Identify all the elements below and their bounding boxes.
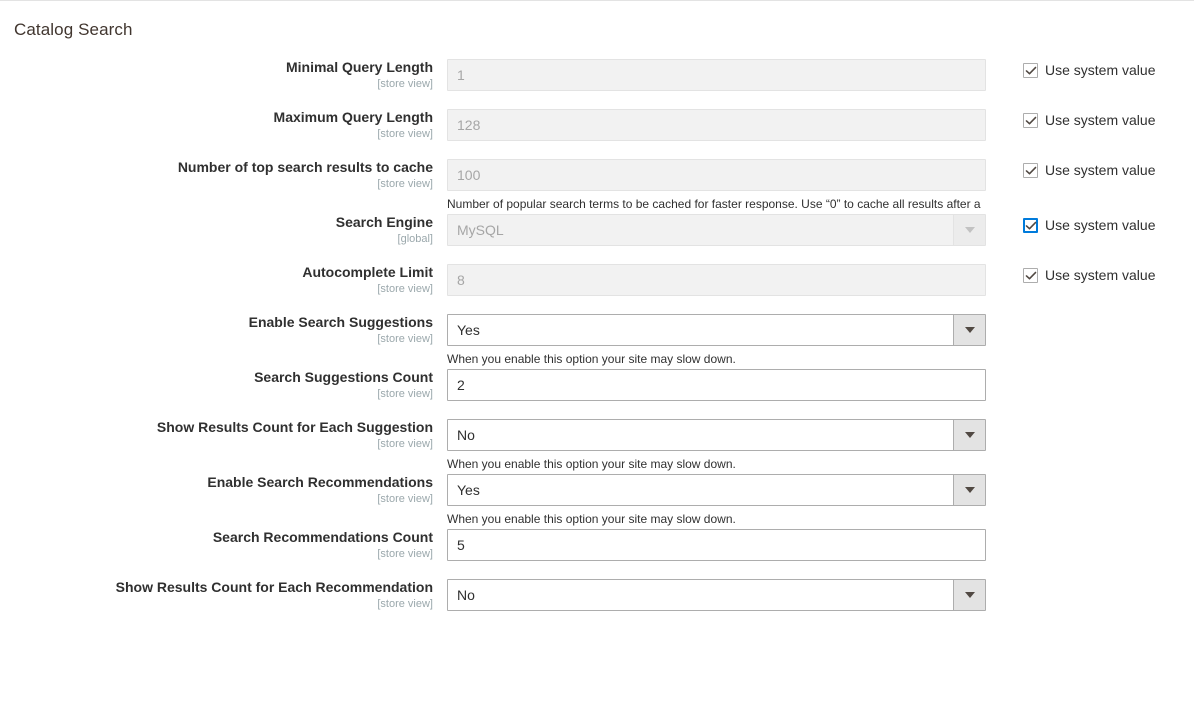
field-scope-text: [store view]	[0, 597, 433, 611]
field-label-search-engine: Search Engine[global]	[0, 214, 433, 246]
field-control-maximum-query-length: 128	[447, 109, 986, 141]
field-scope-text: [store view]	[0, 127, 433, 141]
field-label-text: Show Results Count for Each Suggestion	[0, 419, 433, 436]
field-label-text: Number of top search results to cache	[0, 159, 433, 176]
chevron-down-icon[interactable]	[953, 475, 985, 505]
catalog-search-config-page: Catalog Search Minimal Query Length[stor…	[0, 0, 1194, 720]
field-label-minimal-query-length: Minimal Query Length[store view]	[0, 59, 433, 91]
field-scope-text: [store view]	[0, 77, 433, 91]
config-row: Minimal Query Length[store view] 1 Use sys…	[0, 59, 1194, 91]
use-system-value-minimal-query-length[interactable]: Use system value	[1023, 63, 1155, 78]
config-row: Search Engine[global] MySQL Use system val…	[0, 214, 1194, 246]
select-value: MySQL	[448, 215, 985, 245]
config-row: Number of top search results to cache[st…	[0, 159, 1194, 196]
select-value: No	[448, 420, 985, 450]
field-control-minimal-query-length: 1	[447, 59, 986, 91]
field-scope-text: [store view]	[0, 177, 433, 191]
chevron-down-icon[interactable]	[953, 580, 985, 610]
use-system-value-maximum-query-length[interactable]: Use system value	[1023, 113, 1155, 128]
field-label-text: Enable Search Suggestions	[0, 314, 433, 331]
field-control-enable-search-recommendations: Yes When you enable this option your site…	[447, 474, 986, 528]
field-label-text: Search Engine	[0, 214, 433, 231]
field-label-text: Search Recommendations Count	[0, 529, 433, 546]
select-value: Yes	[448, 315, 985, 345]
field-control-show-results-count-for-each-suggestion: No When you enable this option your site …	[447, 419, 986, 473]
use-system-value-label: Use system value	[1045, 63, 1155, 78]
input-autocomplete-limit: 8	[447, 264, 986, 296]
config-row: Show Results Count for Each Suggestion[s…	[0, 419, 1194, 456]
select-search-engine: MySQL	[447, 214, 986, 246]
config-row: Maximum Query Length[store view] 128 Use s…	[0, 109, 1194, 141]
use-system-value-label: Use system value	[1045, 218, 1155, 233]
field-scope-text: [store view]	[0, 332, 433, 346]
field-label-search-suggestions-count: Search Suggestions Count[store view]	[0, 369, 433, 401]
field-label-show-results-count-for-each-suggestion: Show Results Count for Each Suggestion[s…	[0, 419, 433, 451]
field-scope-text: [store view]	[0, 282, 433, 296]
field-note-show-results-count-for-each-suggestion: When you enable this option your site ma…	[447, 456, 986, 473]
field-scope-text: [global]	[0, 232, 433, 246]
chevron-down-icon	[953, 215, 985, 245]
field-label-search-recommendations-count: Search Recommendations Count[store view]	[0, 529, 433, 561]
field-control-search-recommendations-count: 5	[447, 529, 986, 561]
field-control-autocomplete-limit: 8	[447, 264, 986, 296]
select-enable-search-recommendations[interactable]: Yes	[447, 474, 986, 506]
checkbox-checked-icon[interactable]	[1023, 163, 1038, 178]
input-number-of-top-search-results-to-cache: 100	[447, 159, 986, 191]
config-row: Enable Search Recommendations[store view…	[0, 474, 1194, 511]
field-label-text: Search Suggestions Count	[0, 369, 433, 386]
select-value: Yes	[448, 475, 985, 505]
field-label-text: Minimal Query Length	[0, 59, 433, 76]
field-label-text: Autocomplete Limit	[0, 264, 433, 281]
select-show-results-count-for-each-recommendation[interactable]: No	[447, 579, 986, 611]
config-row: Autocomplete Limit[store view] 8 Use syste…	[0, 264, 1194, 296]
config-row: Search Recommendations Count[store view]…	[0, 529, 1194, 561]
select-value: No	[448, 580, 985, 610]
field-label-number-of-top-search-results-to-cache: Number of top search results to cache[st…	[0, 159, 433, 191]
input-search-recommendations-count[interactable]: 5	[447, 529, 986, 561]
field-label-text: Enable Search Recommendations	[0, 474, 433, 491]
field-control-show-results-count-for-each-recommendation: No	[447, 579, 986, 611]
chevron-down-icon[interactable]	[953, 420, 985, 450]
input-maximum-query-length: 128	[447, 109, 986, 141]
field-control-search-engine: MySQL	[447, 214, 986, 246]
checkbox-checked-icon[interactable]	[1023, 113, 1038, 128]
field-control-search-suggestions-count: 2	[447, 369, 986, 401]
config-row: Search Suggestions Count[store view] 2	[0, 369, 1194, 401]
config-row: Enable Search Suggestions[store view] Yes…	[0, 314, 1194, 351]
input-minimal-query-length: 1	[447, 59, 986, 91]
field-label-show-results-count-for-each-recommendation: Show Results Count for Each Recommendati…	[0, 579, 433, 611]
checkbox-checked-icon[interactable]	[1023, 63, 1038, 78]
field-control-enable-search-suggestions: Yes When you enable this option your site…	[447, 314, 986, 368]
field-label-text: Show Results Count for Each Recommendati…	[0, 579, 433, 596]
field-label-autocomplete-limit: Autocomplete Limit[store view]	[0, 264, 433, 296]
field-label-enable-search-suggestions: Enable Search Suggestions[store view]	[0, 314, 433, 346]
chevron-down-icon[interactable]	[953, 315, 985, 345]
select-enable-search-suggestions[interactable]: Yes	[447, 314, 986, 346]
field-scope-text: [store view]	[0, 547, 433, 561]
field-scope-text: [store view]	[0, 492, 433, 506]
field-label-maximum-query-length: Maximum Query Length[store view]	[0, 109, 433, 141]
checkbox-checked-icon[interactable]	[1023, 268, 1038, 283]
field-label-text: Maximum Query Length	[0, 109, 433, 126]
use-system-value-search-engine[interactable]: Use system value	[1023, 218, 1155, 233]
use-system-value-label: Use system value	[1045, 163, 1155, 178]
use-system-value-label: Use system value	[1045, 113, 1155, 128]
field-scope-text: [store view]	[0, 387, 433, 401]
checkbox-checked-icon[interactable]	[1023, 218, 1038, 233]
field-label-enable-search-recommendations: Enable Search Recommendations[store view…	[0, 474, 433, 506]
field-scope-text: [store view]	[0, 437, 433, 451]
config-row: Show Results Count for Each Recommendati…	[0, 579, 1194, 611]
page-title: Catalog Search	[14, 19, 133, 41]
field-note-enable-search-suggestions: When you enable this option your site ma…	[447, 351, 986, 368]
use-system-value-autocomplete-limit[interactable]: Use system value	[1023, 268, 1155, 283]
input-search-suggestions-count[interactable]: 2	[447, 369, 986, 401]
use-system-value-number-of-top-search-results-to-cache[interactable]: Use system value	[1023, 163, 1155, 178]
use-system-value-label: Use system value	[1045, 268, 1155, 283]
select-show-results-count-for-each-suggestion[interactable]: No	[447, 419, 986, 451]
field-note-enable-search-recommendations: When you enable this option your site ma…	[447, 511, 986, 528]
